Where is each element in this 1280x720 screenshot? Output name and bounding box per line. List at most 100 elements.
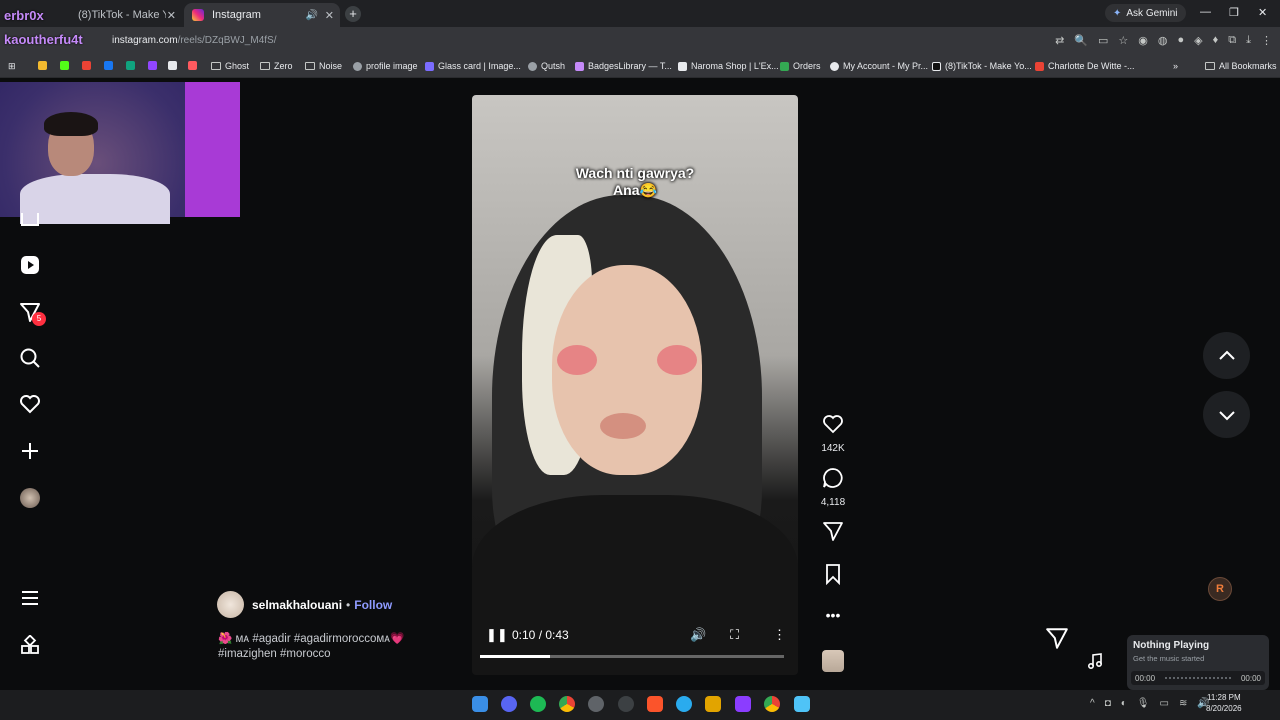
reel-video[interactable]: Wach nti gawrya? Ana😂 ❚❚ 0:10 / 0:43 🔊 ⛶… [472,95,798,675]
spotify-icon[interactable] [530,696,546,712]
bookmark-my-account[interactable]: My Account - My Pr... [830,61,928,71]
tab-tiktok[interactable]: (8)TikTok - Make Your Day ✕ [70,3,182,27]
github-icon[interactable] [618,696,634,712]
more-options-icon[interactable]: ⋮ [773,627,786,643]
search-icon[interactable] [16,344,44,372]
next-reel-button[interactable] [1203,391,1250,438]
restore-icon[interactable]: ❐ [1229,6,1239,19]
minimize-icon[interactable]: — [1200,6,1211,18]
threads-nav-icon[interactable] [16,208,44,236]
music-time-end: 00:00 [1240,674,1261,683]
author-name[interactable]: selmakhalouani [252,598,342,612]
window-close-icon[interactable]: ✕ [1258,6,1267,19]
chrome-icon[interactable] [559,696,575,712]
binance-icon[interactable] [38,61,47,70]
bookmark-tiktok[interactable]: (8)TikTok - Make Yo... [932,61,1032,71]
bookmark-zero[interactable]: Zero [260,61,293,71]
cast-icon[interactable]: ▭ [1098,34,1108,47]
app-icon[interactable] [794,696,810,712]
discord-tray-icon[interactable]: ◘ [1105,698,1111,709]
all-bookmarks[interactable]: All Bookmarks [1205,61,1277,71]
download-icon[interactable]: ⤓ [1246,34,1251,47]
gemini-label: Ask Gemini [1126,7,1178,19]
facebook-icon[interactable] [104,61,113,70]
extension-icon[interactable]: ◉ [1138,34,1148,47]
speaker-icon[interactable]: 🔊 [306,10,318,21]
extension-icon[interactable]: ◍ [1158,34,1168,47]
battery-icon[interactable]: ▭ [1160,698,1169,709]
clock[interactable]: 11:28 PM 8/20/2026 [1206,692,1242,714]
follow-button[interactable]: Follow [354,598,392,612]
obs-icon[interactable] [588,696,604,712]
bookmark-label: profile image [366,61,418,71]
url-field[interactable]: instagram.com/reels/DZqBWJ_M4fS/ [112,35,277,46]
pause-icon[interactable]: ❚❚ [486,627,508,643]
extension-icon[interactable]: ◈ [1194,34,1202,47]
bookmark-naroma[interactable]: Naroma Shop | L'Ex... [678,61,779,71]
new-tab-button[interactable]: + [345,6,361,22]
extension-icon[interactable]: ♦ [1213,34,1219,47]
close-icon[interactable]: ✕ [167,9,176,22]
bookmark-qutsh[interactable]: Qutsh [528,61,565,71]
previous-reel-button[interactable] [1203,332,1250,379]
fullscreen-icon[interactable]: ⛶ [730,627,739,643]
bookmark-orders[interactable]: Orders [780,61,821,71]
wifi-icon[interactable]: ≋ [1179,698,1187,709]
chevron-right-icon[interactable]: » [1173,61,1178,71]
reels-icon[interactable] [16,251,44,279]
video-caption: Wach nti gawrya? Ana😂 [472,165,798,199]
also-from-meta-icon[interactable] [16,632,44,660]
heart-icon[interactable] [16,390,44,418]
like-button[interactable]: 142K [812,413,854,454]
messages-float-icon[interactable] [1045,626,1073,654]
more-icon[interactable]: ••• [812,607,854,623]
chatgpt-icon[interactable] [126,61,135,70]
bookmark-charlotte[interactable]: Charlotte De Witte -... [1035,61,1135,71]
ask-gemini-button[interactable]: ✦ Ask Gemini [1105,4,1186,22]
menu-icon[interactable]: ⋮ [1261,34,1272,47]
discord-icon[interactable] [501,696,517,712]
volume-icon[interactable]: 🔊 [690,627,706,643]
chevron-up-icon[interactable]: ^ [1090,698,1095,709]
puzzle-icon[interactable]: ⧉ [1228,34,1236,47]
microphone-icon[interactable]: 🎙 [1137,698,1150,709]
author-avatar[interactable] [217,591,244,618]
toolbar-icons: ⇄ 🔍 ▭ ☆ ◉ ◍ ● ◈ ♦ ⧉ ⤓ ⋮ [1055,34,1272,47]
bookmark-profile-image[interactable]: profile image [353,61,418,71]
star-icon[interactable]: ☆ [1118,34,1128,47]
apps-icon[interactable]: ⊞ [8,61,16,72]
kick-icon[interactable] [60,61,69,70]
music-widget[interactable]: Nothing Playing Get the music started 00… [1127,635,1269,690]
bookmark-ghost[interactable]: Ghost [211,61,249,71]
airbnb-icon[interactable] [188,61,197,70]
progress-bar[interactable] [480,655,784,658]
profile-avatar[interactable] [16,484,44,512]
app-icon[interactable] [735,696,751,712]
app-icon[interactable] [705,696,721,712]
create-icon[interactable] [16,437,44,465]
bookmark-noise[interactable]: Noise [305,61,342,71]
comment-button[interactable]: 4,118 [812,467,854,508]
bookmark-glass-card[interactable]: Glass card | Image... [425,61,521,71]
brave-icon[interactable] [647,696,663,712]
zoom-icon[interactable]: 🔍 [1074,34,1088,47]
twitch-icon[interactable] [148,61,157,70]
close-icon[interactable]: ✕ [325,9,334,22]
tray-icon[interactable]: ◐ [1121,698,1127,709]
music-note-icon[interactable] [1080,646,1110,676]
share-button[interactable] [812,520,854,547]
hamburger-menu-icon[interactable] [16,584,44,612]
windows-start-icon[interactable] [472,696,488,712]
music-progress[interactable]: 00:00 00:00 [1131,671,1265,685]
bookmark-badgeslibrary[interactable]: BadgesLibrary — T... [575,61,672,71]
tab-instagram[interactable]: Instagram 🔊 ✕ [184,3,340,27]
threads-icon[interactable] [168,61,177,70]
save-button[interactable] [812,563,854,590]
telegram-icon[interactable] [676,696,692,712]
extension-icon[interactable]: ● [1178,34,1185,47]
translate-icon[interactable]: ⇄ [1055,34,1064,47]
gmail-icon[interactable] [82,61,91,70]
audio-thumbnail[interactable] [822,650,844,672]
chrome-icon[interactable] [764,696,780,712]
extension-r-icon[interactable]: R [1208,577,1232,601]
